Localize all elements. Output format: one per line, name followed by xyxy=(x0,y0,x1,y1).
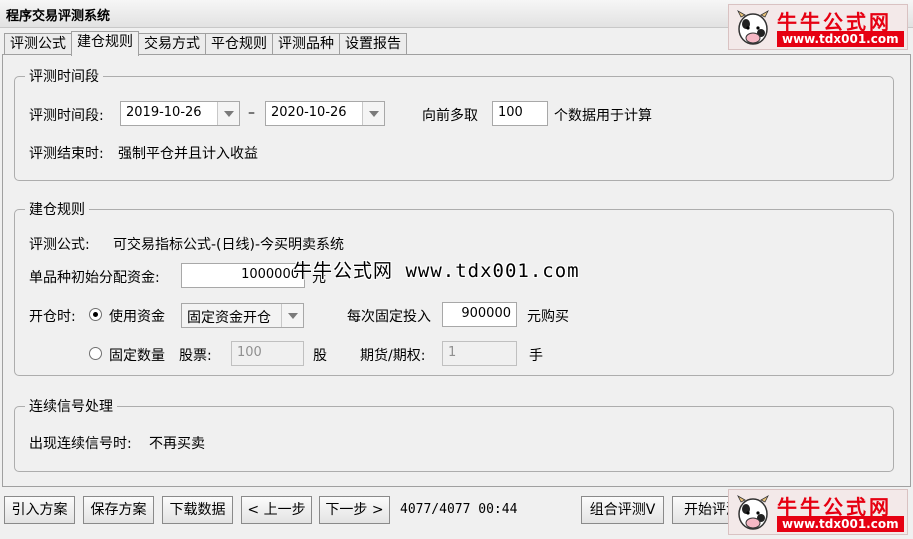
date-range-dash: – xyxy=(248,105,255,121)
window-title: 程序交易评测系统 xyxy=(6,9,111,24)
logo-badge-bottom: 牛牛公式网 www.tdx001.com xyxy=(728,489,908,535)
capital-mode-value: 固定资金开仓 xyxy=(187,310,271,326)
cow-logo-icon xyxy=(737,9,769,45)
futures-qty-input[interactable]: 1 xyxy=(442,341,517,366)
capital-mode-select[interactable]: 固定资金开仓 xyxy=(181,303,304,328)
chevron-down-icon[interactable] xyxy=(281,304,303,327)
build-rules-group: 建仓规则 评测公式: 可交易指标公式-(日线)-今买明卖系统 单品种初始分配资金… xyxy=(14,199,894,376)
tab-trade-mode[interactable]: 交易方式 xyxy=(138,33,206,55)
tab-report-settings[interactable]: 设置报告 xyxy=(339,33,407,55)
combo-eval-button[interactable]: 组合评测V xyxy=(581,496,664,524)
futures-unit: 手 xyxy=(529,348,543,364)
next-step-button[interactable]: 下一步 > xyxy=(319,496,390,524)
use-capital-radio[interactable] xyxy=(89,308,102,321)
tab-instruments[interactable]: 评测品种 xyxy=(272,33,340,55)
stock-unit: 股 xyxy=(313,348,327,364)
signal-rule-label: 出现连续信号时: xyxy=(29,436,132,452)
logo-url: www.tdx001.com xyxy=(777,516,904,532)
fixed-invest-label: 每次固定投入 xyxy=(347,309,431,325)
capital-label: 单品种初始分配资金: xyxy=(29,270,160,286)
progress-status: 4077/4077 00:44 xyxy=(400,502,518,517)
cow-logo-icon xyxy=(737,494,769,530)
signal-legend: 连续信号处理 xyxy=(25,396,117,416)
lookback-suffix: 个数据用于计算 xyxy=(554,108,652,124)
end-rule-label: 评测结束时: xyxy=(29,146,104,162)
signal-group: 连续信号处理 出现连续信号时: 不再买卖 xyxy=(14,396,894,472)
use-capital-label[interactable]: 使用资金 xyxy=(109,306,165,326)
futures-label: 期货/期权: xyxy=(360,348,426,364)
formula-label: 评测公式: xyxy=(29,237,90,253)
watermark-text: 牛牛公式网 www.tdx001.com xyxy=(293,260,580,282)
chevron-down-icon[interactable] xyxy=(217,102,239,125)
end-date-picker[interactable]: 2020-10-26 xyxy=(265,101,385,126)
import-plan-button[interactable]: 引入方案 xyxy=(4,496,75,524)
prev-step-button[interactable]: < 上一步 xyxy=(241,496,312,524)
end-rule-value: 强制平仓并且计入收益 xyxy=(118,146,258,162)
open-label: 开仓时: xyxy=(29,309,76,325)
stock-qty-input[interactable]: 100 xyxy=(231,341,304,366)
fixed-qty-label[interactable]: 固定数量 xyxy=(109,345,165,365)
fixed-invest-input[interactable]: 900000 xyxy=(442,302,517,327)
period-range-label: 评测时间段: xyxy=(29,108,104,124)
save-plan-button[interactable]: 保存方案 xyxy=(83,496,154,524)
chevron-down-icon[interactable] xyxy=(362,102,384,125)
signal-rule-value: 不再买卖 xyxy=(149,436,205,452)
fixed-invest-suffix: 元购买 xyxy=(527,309,569,325)
period-group: 评测时间段 评测时间段: 2019-10-26 – 2020-10-26 向前多… xyxy=(14,66,894,181)
logo-url: www.tdx001.com xyxy=(777,31,904,47)
tab-formula[interactable]: 评测公式 xyxy=(4,33,72,55)
fixed-qty-radio[interactable] xyxy=(89,347,102,360)
lookback-label: 向前多取 xyxy=(422,108,478,124)
tab-build-rules[interactable]: 建仓规则 xyxy=(71,31,139,56)
start-date-picker[interactable]: 2019-10-26 xyxy=(120,101,240,126)
end-date-value: 2020-10-26 xyxy=(271,105,347,120)
lookback-input[interactable]: 100 xyxy=(492,101,548,126)
tab-strip: 评测公式 建仓规则 交易方式 平仓规则 评测品种 设置报告 xyxy=(4,31,407,56)
capital-input[interactable]: 1000000 xyxy=(181,263,305,288)
download-data-button[interactable]: 下载数据 xyxy=(162,496,233,524)
build-rules-legend: 建仓规则 xyxy=(25,199,89,219)
start-date-value: 2019-10-26 xyxy=(126,105,202,120)
stock-label: 股票: xyxy=(179,348,212,364)
period-legend: 评测时间段 xyxy=(25,66,103,86)
logo-badge: 牛牛公式网 www.tdx001.com xyxy=(728,4,908,50)
formula-value: 可交易指标公式-(日线)-今买明卖系统 xyxy=(113,237,345,253)
tab-close-rules[interactable]: 平仓规则 xyxy=(205,33,273,55)
